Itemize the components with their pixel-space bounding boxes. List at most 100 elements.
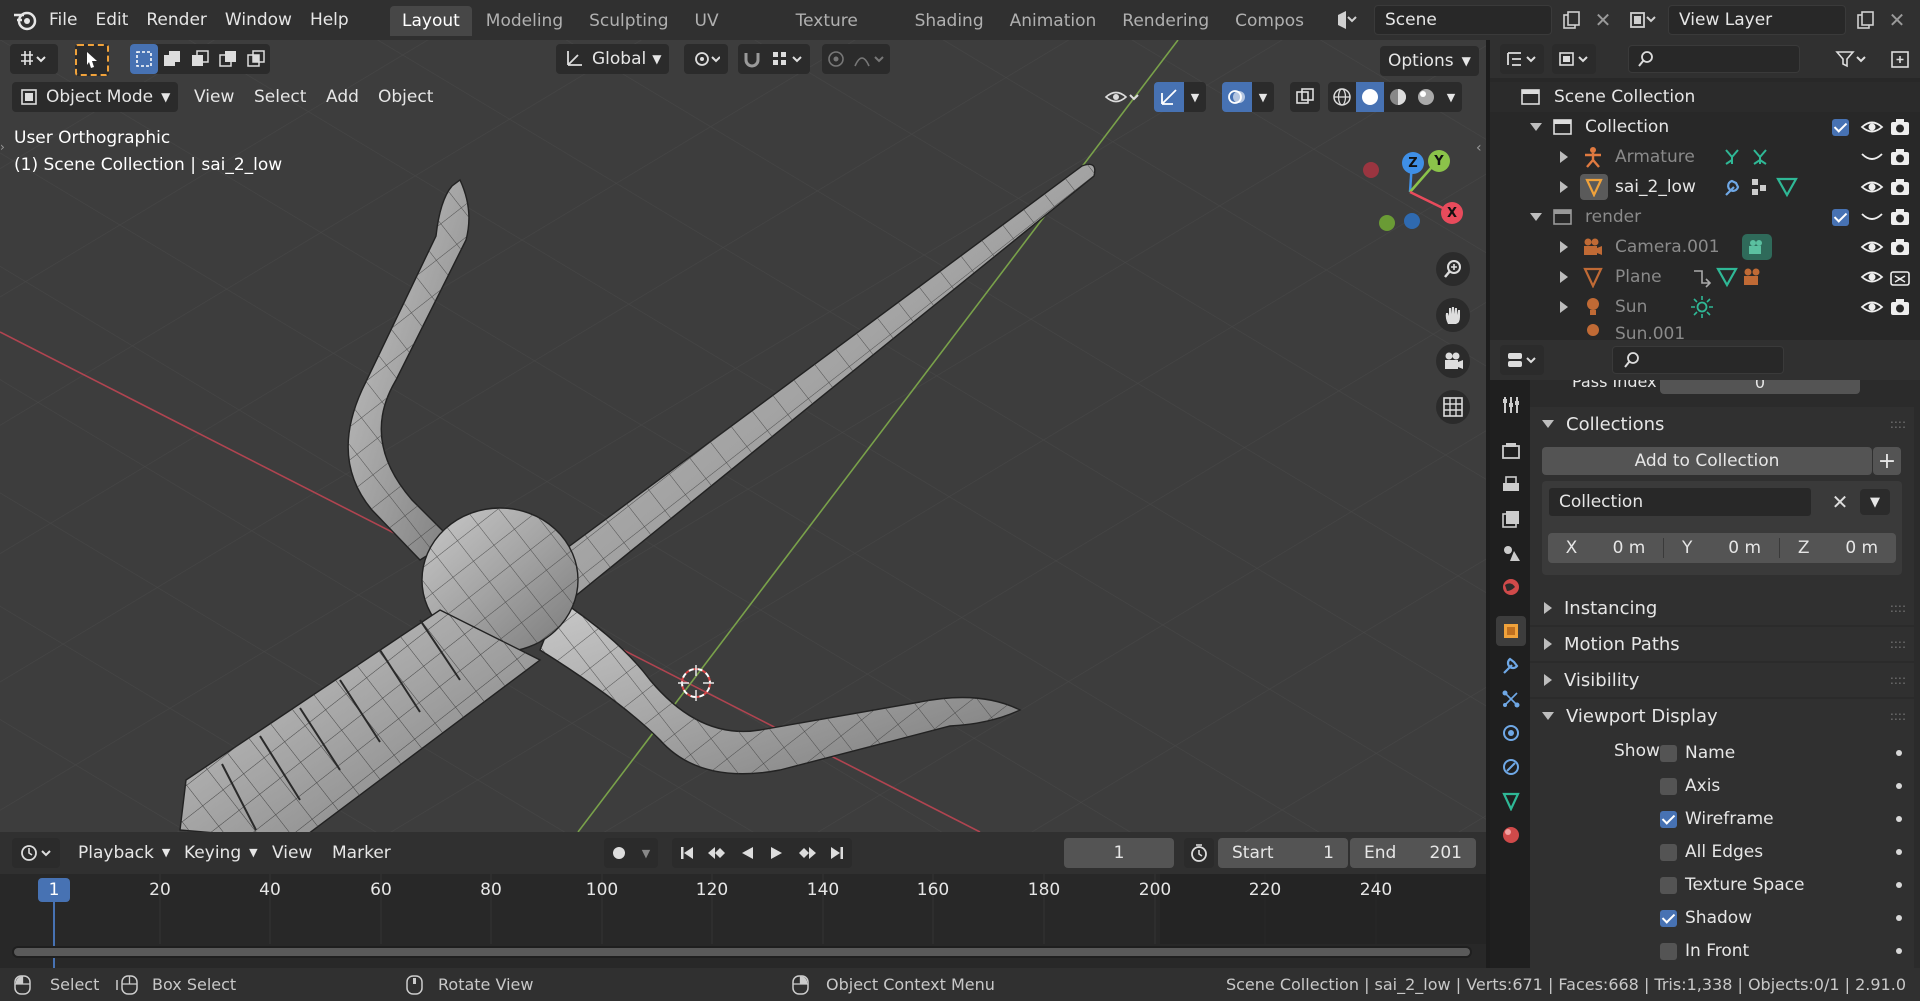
view-layer-field[interactable]: View Layer bbox=[1668, 5, 1846, 35]
camera-render-disabled-icon[interactable] bbox=[1890, 268, 1910, 286]
eye-icon[interactable] bbox=[1860, 268, 1884, 286]
prev-keyframe-icon[interactable] bbox=[702, 838, 732, 868]
motion-paths-panel-header[interactable]: Motion Paths :::: bbox=[1530, 627, 1914, 661]
select-intersect-icon[interactable] bbox=[242, 44, 270, 74]
modifier-mesh-data-icons[interactable] bbox=[1722, 175, 1802, 199]
pass-index-field[interactable]: 0 bbox=[1660, 380, 1860, 394]
gizmo-toggle-icon[interactable] bbox=[1154, 82, 1184, 112]
transform-orientation-dropdown[interactable]: Global ▼ bbox=[556, 44, 670, 74]
texture-space-checkbox[interactable] bbox=[1660, 876, 1677, 894]
properties-editor-type-icon[interactable] bbox=[1500, 345, 1544, 375]
tab-texture-paint[interactable]: Texture Paint bbox=[784, 6, 901, 36]
outliner-editor-type-icon[interactable] bbox=[1500, 44, 1544, 74]
marker-menu[interactable]: Marker bbox=[324, 838, 399, 868]
wireframe-shading-icon[interactable] bbox=[1328, 82, 1356, 112]
outliner-row-scene-collection[interactable]: Scene Collection bbox=[1490, 82, 1920, 112]
remove-collection-icon[interactable]: ✕ bbox=[1828, 489, 1852, 515]
timeline-scrollbar[interactable] bbox=[12, 946, 1472, 958]
new-collection-icon[interactable] bbox=[1886, 44, 1916, 74]
play-reverse-icon[interactable] bbox=[732, 838, 762, 868]
keyframe-dot-icon[interactable] bbox=[1896, 915, 1902, 921]
eye-icon[interactable] bbox=[1860, 178, 1884, 196]
scene-name-field[interactable]: Scene bbox=[1374, 5, 1552, 35]
show-in-front-option[interactable]: In Front bbox=[1660, 937, 1749, 965]
offset-x-field[interactable]: X 0 m bbox=[1548, 538, 1664, 558]
outliner-row-camera[interactable]: Camera.001 bbox=[1490, 232, 1920, 262]
outliner-row-collection[interactable]: Collection bbox=[1490, 112, 1920, 142]
gizmo-dropdown-icon[interactable]: ▼ bbox=[1184, 82, 1206, 112]
expand-icon[interactable] bbox=[1560, 151, 1568, 163]
tab-modifiers-icon[interactable] bbox=[1496, 650, 1526, 680]
x-axis-handle[interactable]: X bbox=[1441, 202, 1463, 224]
delete-scene-icon[interactable]: ✕ bbox=[1592, 6, 1614, 34]
drag-handle-icon[interactable]: :::: bbox=[1890, 601, 1906, 615]
timeline-editor-type-icon[interactable] bbox=[12, 838, 60, 868]
rendered-shading-icon[interactable] bbox=[1412, 82, 1440, 112]
overlays-toggle-icon[interactable] bbox=[1222, 82, 1252, 112]
xray-toggle-icon[interactable] bbox=[1290, 82, 1320, 112]
tab-data-icon[interactable] bbox=[1496, 786, 1526, 816]
visibility-panel-header[interactable]: Visibility :::: bbox=[1530, 663, 1914, 697]
drag-handle-icon[interactable]: :::: bbox=[1890, 709, 1906, 723]
offset-y-field[interactable]: Y 0 m bbox=[1664, 538, 1780, 558]
add-to-collection-button[interactable]: Add to Collection bbox=[1542, 447, 1872, 475]
auto-keying-icon[interactable] bbox=[604, 838, 634, 868]
properties-search-input[interactable] bbox=[1612, 346, 1784, 374]
delete-view-layer-icon[interactable]: ✕ bbox=[1886, 6, 1908, 34]
pose-data-icon[interactable] bbox=[1722, 146, 1772, 168]
menu-add[interactable]: Add bbox=[318, 82, 367, 112]
show-axis-option[interactable]: Axis bbox=[1660, 772, 1720, 800]
tab-sculpting[interactable]: Sculpting bbox=[577, 6, 680, 36]
material-shading-icon[interactable] bbox=[1384, 82, 1412, 112]
expand-icon[interactable] bbox=[1560, 241, 1568, 253]
collection-name-field[interactable]: Collection bbox=[1548, 487, 1812, 517]
tab-constraints-icon[interactable] bbox=[1496, 752, 1526, 782]
tab-compositing[interactable]: Compos bbox=[1223, 6, 1316, 36]
show-shadow-option[interactable]: Shadow bbox=[1660, 904, 1752, 932]
menu-select[interactable]: Select bbox=[246, 82, 314, 112]
solid-shading-icon[interactable] bbox=[1356, 82, 1384, 112]
jump-start-icon[interactable] bbox=[672, 838, 702, 868]
eye-icon[interactable] bbox=[1860, 118, 1884, 136]
current-frame-field[interactable]: 1 bbox=[1064, 838, 1174, 868]
keyframe-dot-icon[interactable] bbox=[1896, 750, 1902, 756]
pan-hand-icon[interactable] bbox=[1436, 298, 1470, 332]
camera-render-icon[interactable] bbox=[1890, 148, 1910, 166]
blender-logo-icon[interactable] bbox=[12, 6, 38, 34]
outliner-row-armature[interactable]: Armature bbox=[1490, 142, 1920, 172]
tab-uv-editing[interactable]: UV Editing bbox=[683, 6, 782, 36]
select-tool-icon[interactable] bbox=[75, 44, 109, 76]
ortho-grid-icon[interactable] bbox=[1436, 390, 1470, 424]
select-subtract-icon[interactable] bbox=[186, 44, 214, 74]
instancing-panel-header[interactable]: Instancing :::: bbox=[1530, 591, 1914, 625]
menu-help[interactable]: Help bbox=[301, 6, 358, 34]
3d-viewport[interactable]: Global ▼ Options ▼ Object Mode ▼ View Se… bbox=[0, 40, 1486, 832]
tab-view-layer-icon[interactable] bbox=[1496, 504, 1526, 534]
menu-render[interactable]: Render bbox=[137, 6, 216, 34]
tab-rendering[interactable]: Rendering bbox=[1110, 6, 1221, 36]
keyframe-dot-icon[interactable] bbox=[1896, 783, 1902, 789]
select-extend-icon[interactable] bbox=[158, 44, 186, 74]
menu-file[interactable]: File bbox=[40, 6, 86, 34]
tab-physics-icon[interactable] bbox=[1496, 718, 1526, 748]
snap-increment-icon[interactable] bbox=[766, 44, 810, 74]
camera-render-icon[interactable] bbox=[1890, 238, 1910, 256]
show-all-edges-option[interactable]: All Edges bbox=[1660, 838, 1763, 866]
tab-tool-icon[interactable] bbox=[1496, 390, 1526, 420]
keying-menu[interactable]: Keying ▼ bbox=[176, 838, 266, 868]
camera-data-icon[interactable] bbox=[1742, 234, 1772, 260]
playback-menu[interactable]: Playback ▼ bbox=[70, 838, 178, 868]
tab-modeling[interactable]: Modeling bbox=[474, 6, 575, 36]
expand-icon[interactable] bbox=[1560, 301, 1568, 313]
falloff-icon[interactable] bbox=[850, 44, 890, 74]
neg-x-handle[interactable] bbox=[1363, 162, 1379, 178]
jump-end-icon[interactable] bbox=[822, 838, 852, 868]
expand-icon[interactable] bbox=[1530, 123, 1542, 131]
next-keyframe-icon[interactable] bbox=[792, 838, 822, 868]
mode-dropdown[interactable]: Object Mode ▼ bbox=[12, 82, 179, 112]
tab-output-icon[interactable] bbox=[1496, 470, 1526, 500]
expand-icon[interactable] bbox=[1560, 271, 1568, 283]
options-dropdown[interactable]: Options ▼ bbox=[1380, 46, 1479, 76]
eye-closed-icon[interactable] bbox=[1860, 148, 1884, 166]
drag-handle-icon[interactable]: :::: bbox=[1890, 417, 1906, 431]
